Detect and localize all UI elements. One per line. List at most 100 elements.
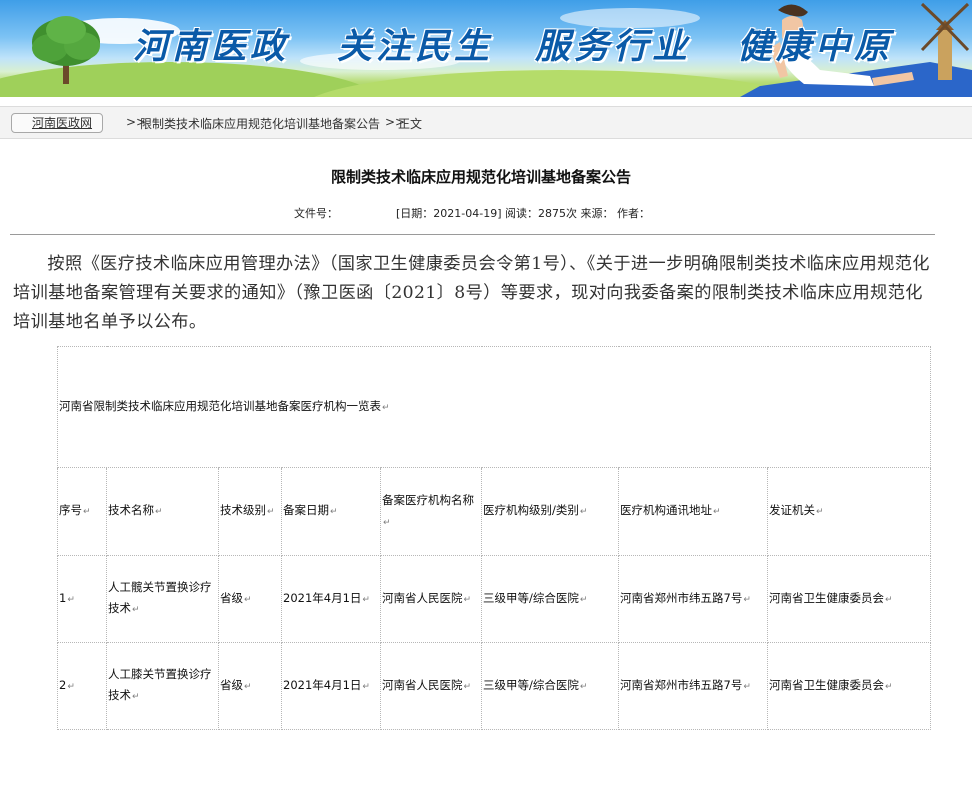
paragraph-mark: ↵ [713,507,721,517]
banner-slogan: 河南医政 [133,26,290,67]
paragraph-mark: ↵ [816,507,824,517]
source-label: 来源： [580,207,614,220]
cell-text: 河南省卫生健康委员会 [769,677,884,692]
paragraph-mark: ↵ [579,594,588,605]
header-text: 技术级别 [220,503,266,517]
table-cell: 人工膝关节置换诊疗技术↵ [106,642,219,730]
article-paragraph: 按照《医疗技术临床应用管理办法》（国家卫生健康委员会令第1号）、《关于进一步明确… [13,254,930,332]
paragraph-mark: ↵ [155,507,163,517]
breadcrumb: 河南医政网 >> 限制类技术临床应用规范化培训基地备案公告 >> 正文 [0,106,972,139]
table-cell: 2↵ [57,642,107,730]
author-label: 作者： [617,207,651,220]
table-row: 2↵ 人工膝关节置换诊疗技术↵ 省级↵ 2021年4月1日↵ 河南省人民医院↵ … [57,642,931,730]
title-divider [10,234,935,235]
banner-slogan: 健康中原 [737,26,894,67]
cell-text: 2021年4月1日 [283,677,362,692]
paragraph-mark: ↵ [743,594,751,605]
paragraph-mark: ↵ [362,594,370,605]
table-cell: 河南省郑州市纬五路7号↵ [618,642,768,730]
table-row: 1↵ 人工髋关节置换诊疗技术↵ 省级↵ 2021年4月1日↵ 河南省人民医院↵ … [57,555,931,643]
cell-text: 省级 [220,677,243,692]
paragraph-mark: ↵ [83,507,91,517]
cell-text: 人工髋关节置换诊疗技术 [108,580,212,615]
header-text: 医疗机构级别/类别 [483,503,579,517]
cell-text: 河南省郑州市纬五路7号 [620,677,743,692]
banner-slogan: 关注民生 [337,26,494,67]
cell-text: 三级甲等/综合医院 [483,677,579,692]
table-cell: 省级↵ [218,642,282,730]
table-header-cell: 技术级别↵ [218,467,282,556]
cell-text: 人工膝关节置换诊疗技术 [108,667,212,702]
paragraph-mark: ↵ [463,594,472,605]
breadcrumb-category-link[interactable]: 限制类技术临床应用规范化培训基地备案公告 [140,115,380,132]
table-caption-text: 河南省限制类技术临床应用规范化培训基地备案医疗机构一览表 [59,398,381,413]
table-cell: 1↵ [57,555,107,643]
header-text: 序号 [59,503,82,517]
table-header-row: 序号↵ 技术名称↵ 技术级别↵ 备案日期↵ 备案医疗机构名称↵ 医疗机构级别/类… [57,467,931,556]
table-header-cell: 技术名称↵ [106,467,219,556]
header-text: 技术名称 [108,503,154,517]
table-header-cell: 医疗机构级别/类别↵ [481,467,619,556]
header-text: 医疗机构通讯地址 [620,503,712,517]
table-header-cell: 备案医疗机构名称 ↵ [380,467,482,556]
banner-slogan: 服务行业 [535,26,692,67]
paragraph-mark: ↵ [382,402,390,413]
cell-text: 河南省人民医院 [382,590,463,605]
paragraph-mark: ↵ [244,594,252,605]
paragraph-mark: ↵ [579,681,588,692]
table-header-cell: 医疗机构通讯地址↵ [618,467,768,556]
paragraph-mark: ↵ [67,681,75,692]
table-cell: 河南省卫生健康委员会↵ [767,555,931,643]
table-cell: 河南省卫生健康委员会↵ [767,642,931,730]
header-text: 发证机关 [769,503,815,517]
article-title: 限制类技术临床应用规范化培训基地备案公告 [330,168,631,186]
publish-date: 2021-04-19 [433,207,498,220]
doc-number-label: 文件号： [294,207,338,220]
table-cell: 三级甲等/综合医院↵ [481,642,619,730]
cell-text: 河南省卫生健康委员会 [769,590,884,605]
cell-text: 河南省人民医院 [382,677,463,692]
paragraph-mark: ↵ [132,692,140,702]
reads-unit: 次 [566,207,578,220]
paragraph-mark: ↵ [362,681,370,692]
header-text: 备案医疗机构名称 [382,492,474,507]
cell-text: 省级 [220,590,243,605]
table-cell: 河南省人民医院↵ [380,642,482,730]
cell-text: 1 [59,590,67,605]
paragraph-mark: ↵ [267,507,275,517]
breadcrumb-current: 正文 [398,117,423,131]
paragraph-mark: ↵ [132,605,140,615]
paragraph-mark: ↵ [463,681,472,692]
table-cell: 2021年4月1日↵ [281,555,381,643]
header-banner: 河南医政 关注民生 服务行业 健康中原 [0,0,972,97]
paragraph-mark: ↵ [67,594,75,605]
table-cell: 省级↵ [218,555,282,643]
table-cell: 人工髋关节置换诊疗技术↵ [106,555,219,643]
cell-text: 三级甲等/综合医院 [483,590,579,605]
breadcrumb-home-link[interactable]: 河南医政网 [11,113,104,133]
reads-label: ] 阅读： [497,207,539,220]
table-caption: 河南省限制类技术临床应用规范化培训基地备案医疗机构一览表↵ [57,346,931,468]
table-cell: 河南省郑州市纬五路7号↵ [618,555,768,643]
table-cell: 三级甲等/综合医院↵ [481,555,619,643]
table-cell: 2021年4月1日↵ [281,642,381,730]
paragraph-mark: ↵ [885,681,893,692]
table-header-cell: 备案日期↵ [281,467,381,556]
paragraph-mark: ↵ [579,507,588,517]
table-header-cell: 发证机关↵ [767,467,931,556]
table-cell: 河南省人民医院↵ [380,555,482,643]
cell-text: 2 [59,677,67,692]
cell-text: 2021年4月1日 [283,590,362,605]
header-text: 备案日期 [283,503,329,517]
date-label: [日期： [396,207,434,220]
article-meta: [日期：2021-04-19] 阅读：2875次 来源： 作者： [396,205,650,221]
cell-text: 河南省郑州市纬五路7号 [620,590,743,605]
paragraph-mark: ↵ [330,507,338,517]
table-header-cell: 序号↵ [57,467,107,556]
read-count: 2875 [538,207,567,220]
paragraph-mark: ↵ [885,594,893,605]
paragraph-mark: ↵ [244,681,252,692]
paragraph-mark: ↵ [383,517,391,528]
paragraph-mark: ↵ [743,681,751,692]
registration-table: 河南省限制类技术临床应用规范化培训基地备案医疗机构一览表↵ 序号↵ 技术名称↵ … [57,346,931,730]
